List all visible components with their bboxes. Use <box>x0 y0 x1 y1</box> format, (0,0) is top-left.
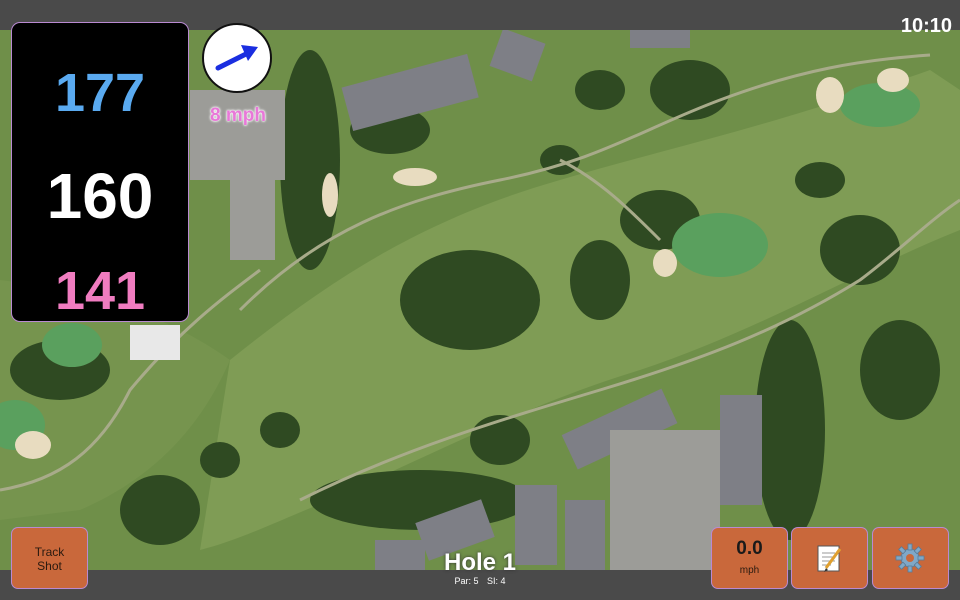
distance-panel: 177 160 141 <box>12 23 188 321</box>
track-shot-label-line2: Shot <box>37 559 62 573</box>
track-shot-button[interactable]: Track Shot <box>12 528 87 588</box>
hole-title: Hole 1 <box>443 549 517 576</box>
wind-speed-label: 8 mph <box>210 105 266 126</box>
distance-front: 141 <box>54 261 146 321</box>
wind-indicator <box>202 23 272 93</box>
hole-info: Par: 5 SI: 4 <box>380 576 580 587</box>
wind-direction-arrow-icon <box>215 45 258 71</box>
distance-back: 177 <box>54 63 146 123</box>
track-shot-label-line1: Track <box>34 545 65 559</box>
notes-button[interactable] <box>792 528 867 588</box>
gear-icon <box>895 543 925 573</box>
clock-time: 10:10 <box>900 15 952 37</box>
speed-button[interactable]: 0.0 mph <box>712 528 787 588</box>
hole-par: Par: 5 <box>454 576 479 586</box>
speed-unit: mph <box>739 565 760 576</box>
speed-value: 0.0 <box>736 538 763 559</box>
notepad-icon <box>817 545 842 572</box>
settings-button[interactable] <box>873 528 948 588</box>
distance-center: 160 <box>46 160 154 232</box>
hole-stroke-index: SI: 4 <box>487 576 506 586</box>
